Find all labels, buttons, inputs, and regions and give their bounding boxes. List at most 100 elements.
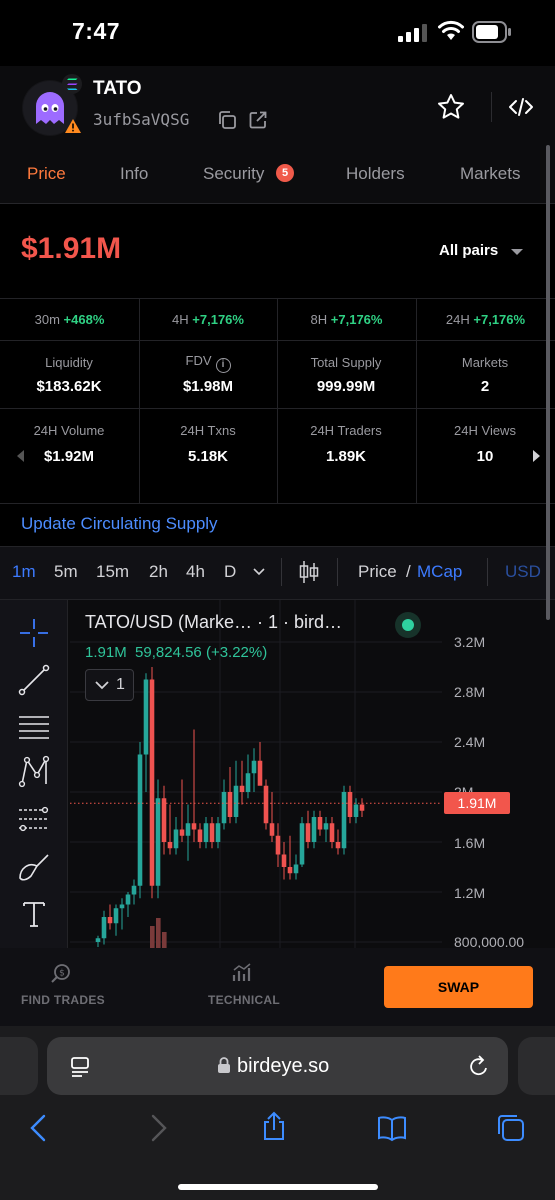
trend-line-icon[interactable]	[17, 663, 51, 697]
forward-icon[interactable]	[143, 1113, 173, 1143]
copy-icon[interactable]	[217, 110, 237, 130]
ohlc-change: 59,824.56 (+3.22%)	[135, 644, 268, 661]
header-divider	[491, 92, 492, 122]
info-icon[interactable]: i	[215, 358, 231, 373]
url-text[interactable]: birdeye.so	[237, 1055, 329, 1078]
candle	[95, 935, 101, 947]
technical-label[interactable]: TECHNICAL	[208, 993, 280, 1007]
bookmarks-icon[interactable]	[377, 1113, 407, 1143]
chart-interval-bar	[0, 546, 555, 600]
share-icon[interactable]	[259, 1111, 289, 1141]
candle	[191, 729, 197, 842]
update-circulating-supply-link[interactable]: Update Circulating Supply	[21, 514, 218, 534]
interval-1m[interactable]: 1m	[12, 562, 36, 582]
candle	[119, 898, 125, 930]
chart-ohlc-legend: 1.91M 59,824.56 (+3.22%)	[85, 644, 267, 661]
chart-symbol-title: TATO/USD (Marke… · 1 · bird…	[85, 612, 343, 632]
crosshair-icon[interactable]	[17, 616, 51, 650]
technical-chart-icon[interactable]	[231, 962, 253, 984]
back-icon[interactable]	[24, 1113, 54, 1143]
find-trades-label[interactable]: FIND TRADES	[21, 993, 105, 1007]
traders-24h-label: 24H Traders	[310, 423, 382, 438]
candlestick-type-icon[interactable]	[298, 560, 320, 584]
ohlc-last: 1.91M	[85, 644, 127, 661]
divider	[281, 558, 282, 586]
divider	[416, 298, 417, 503]
find-trades-icon[interactable]: $	[50, 962, 72, 984]
previous-tab-preview[interactable]	[0, 1037, 38, 1095]
interval-15m[interactable]: 15m	[96, 562, 129, 582]
reader-mode-icon[interactable]	[69, 1055, 91, 1077]
tab-info[interactable]: Info	[120, 164, 148, 184]
candle	[329, 817, 335, 849]
candle	[113, 904, 119, 936]
candle	[305, 810, 311, 849]
pair-selector[interactable]: All pairs	[439, 242, 498, 259]
embed-code-icon[interactable]	[506, 92, 536, 122]
divider	[139, 298, 140, 503]
fdv-value: $1.98M	[182, 378, 234, 395]
candle	[167, 804, 173, 855]
security-count-badge: 5	[276, 164, 294, 182]
token-address: 3ufbSaVQSG	[93, 110, 190, 129]
markets-value: 2	[480, 378, 490, 395]
candle	[245, 754, 251, 799]
page-scrollbar[interactable]	[546, 145, 550, 620]
candle	[233, 760, 239, 824]
candle	[335, 829, 341, 855]
candle	[353, 798, 359, 824]
candle	[143, 673, 149, 792]
tab-price[interactable]: Price	[27, 164, 66, 184]
collapse-indicators-button[interactable]: 1	[85, 669, 134, 701]
tabs-icon[interactable]	[496, 1113, 526, 1143]
cellular-signal-icon	[398, 24, 427, 42]
status-time: 7:47	[72, 18, 121, 44]
swap-button[interactable]: SWAP	[384, 966, 533, 1008]
tab-holders[interactable]: Holders	[346, 164, 405, 184]
market-cap-value: $1.91M	[21, 232, 122, 265]
currency-toggle[interactable]: USD	[505, 562, 541, 582]
liquidity-label: Liquidity	[45, 355, 93, 370]
interval-d[interactable]: D	[224, 562, 236, 582]
favorite-star-icon[interactable]	[436, 92, 466, 122]
next-tab-preview[interactable]	[518, 1037, 555, 1095]
y-tick: 3.2M	[454, 634, 486, 650]
battery-icon	[472, 21, 511, 43]
text-tool-icon[interactable]	[17, 897, 51, 931]
tab-markets[interactable]: Markets	[460, 164, 520, 184]
candle	[269, 792, 275, 842]
warning-icon	[65, 119, 81, 133]
interval-2h[interactable]: 2h	[149, 562, 168, 582]
scroll-left-icon[interactable]	[17, 450, 25, 462]
reload-icon[interactable]	[468, 1054, 490, 1078]
interval-5m[interactable]: 5m	[54, 562, 78, 582]
change-value: +468%	[63, 312, 105, 327]
fib-retracement-icon[interactable]	[17, 802, 51, 836]
candle	[359, 798, 365, 817]
chevron-down-icon[interactable]	[253, 568, 265, 576]
candle	[155, 779, 161, 899]
chevron-down-icon[interactable]	[510, 247, 524, 257]
candle	[239, 760, 245, 805]
candle	[203, 817, 209, 849]
interval-4h[interactable]: 4h	[186, 562, 205, 582]
horizontal-lines-icon[interactable]	[17, 710, 51, 744]
tab-security[interactable]: Security	[203, 164, 264, 184]
toggle-separator: /	[406, 562, 411, 581]
y-tick: 1.6M	[454, 835, 486, 851]
brush-icon[interactable]	[17, 850, 51, 884]
mcap-toggle[interactable]: MCap	[417, 562, 462, 582]
candle	[125, 892, 131, 917]
pattern-icon[interactable]	[17, 755, 51, 789]
candle	[173, 817, 179, 855]
price-toggle[interactable]: Price	[358, 562, 397, 582]
candle	[107, 904, 113, 930]
total-supply-label: Total Supply	[310, 355, 382, 370]
external-link-icon[interactable]	[248, 110, 268, 130]
txns-24h-label: 24H Txns	[180, 423, 236, 438]
candle	[263, 779, 269, 830]
change-period: 30m	[34, 312, 60, 327]
solana-chain-icon	[62, 74, 82, 94]
scroll-right-icon[interactable]	[532, 450, 540, 462]
candle	[227, 767, 233, 824]
